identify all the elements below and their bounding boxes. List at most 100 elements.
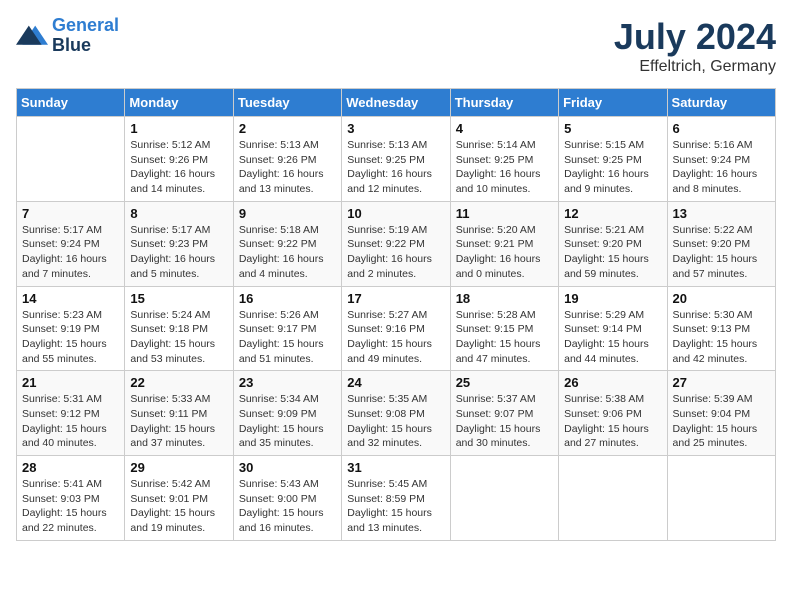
calendar-cell: 15 Sunrise: 5:24 AMSunset: 9:18 PMDayligh… bbox=[125, 286, 233, 371]
day-number: 7 bbox=[22, 206, 119, 221]
weekday-header-thursday: Thursday bbox=[450, 89, 558, 117]
day-number: 23 bbox=[239, 375, 336, 390]
location-subtitle: Effeltrich, Germany bbox=[614, 58, 776, 76]
day-number: 20 bbox=[673, 291, 770, 306]
calendar-cell: 23 Sunrise: 5:34 AMSunset: 9:09 PMDayligh… bbox=[233, 371, 341, 456]
day-info: Sunrise: 5:12 AMSunset: 9:26 PMDaylight:… bbox=[130, 138, 227, 197]
calendar-cell: 6 Sunrise: 5:16 AMSunset: 9:24 PMDaylight… bbox=[667, 117, 775, 202]
calendar-cell: 14 Sunrise: 5:23 AMSunset: 9:19 PMDayligh… bbox=[17, 286, 125, 371]
day-number: 5 bbox=[564, 121, 661, 136]
day-number: 8 bbox=[130, 206, 227, 221]
day-info: Sunrise: 5:20 AMSunset: 9:21 PMDaylight:… bbox=[456, 223, 553, 282]
calendar-cell: 5 Sunrise: 5:15 AMSunset: 9:25 PMDaylight… bbox=[559, 117, 667, 202]
day-number: 17 bbox=[347, 291, 444, 306]
day-info: Sunrise: 5:15 AMSunset: 9:25 PMDaylight:… bbox=[564, 138, 661, 197]
day-number: 10 bbox=[347, 206, 444, 221]
day-info: Sunrise: 5:45 AMSunset: 8:59 PMDaylight:… bbox=[347, 477, 444, 536]
weekday-header-tuesday: Tuesday bbox=[233, 89, 341, 117]
page-header: General Blue July 2024 Effeltrich, Germa… bbox=[16, 16, 776, 76]
weekday-header-wednesday: Wednesday bbox=[342, 89, 450, 117]
day-info: Sunrise: 5:21 AMSunset: 9:20 PMDaylight:… bbox=[564, 223, 661, 282]
day-info: Sunrise: 5:29 AMSunset: 9:14 PMDaylight:… bbox=[564, 308, 661, 367]
day-info: Sunrise: 5:14 AMSunset: 9:25 PMDaylight:… bbox=[456, 138, 553, 197]
calendar-cell: 17 Sunrise: 5:27 AMSunset: 9:16 PMDayligh… bbox=[342, 286, 450, 371]
day-number: 1 bbox=[130, 121, 227, 136]
day-info: Sunrise: 5:38 AMSunset: 9:06 PMDaylight:… bbox=[564, 392, 661, 451]
day-number: 2 bbox=[239, 121, 336, 136]
weekday-header-monday: Monday bbox=[125, 89, 233, 117]
day-info: Sunrise: 5:24 AMSunset: 9:18 PMDaylight:… bbox=[130, 308, 227, 367]
day-number: 24 bbox=[347, 375, 444, 390]
calendar-cell: 1 Sunrise: 5:12 AMSunset: 9:26 PMDaylight… bbox=[125, 117, 233, 202]
day-info: Sunrise: 5:34 AMSunset: 9:09 PMDaylight:… bbox=[239, 392, 336, 451]
day-number: 15 bbox=[130, 291, 227, 306]
calendar-cell: 7Sunrise: 5:17 AMSunset: 9:24 PMDaylight… bbox=[17, 201, 125, 286]
calendar-table: SundayMondayTuesdayWednesdayThursdayFrid… bbox=[16, 88, 776, 541]
day-number: 30 bbox=[239, 460, 336, 475]
day-number: 28 bbox=[22, 460, 119, 475]
day-number: 19 bbox=[564, 291, 661, 306]
calendar-cell bbox=[667, 456, 775, 541]
day-info: Sunrise: 5:30 AMSunset: 9:13 PMDaylight:… bbox=[673, 308, 770, 367]
calendar-cell: 31 Sunrise: 5:45 AMSunset: 8:59 PMDayligh… bbox=[342, 456, 450, 541]
day-number: 11 bbox=[456, 206, 553, 221]
month-title: July 2024 bbox=[614, 16, 776, 58]
logo-icon bbox=[16, 22, 48, 50]
day-info: Sunrise: 5:18 AMSunset: 9:22 PMDaylight:… bbox=[239, 223, 336, 282]
calendar-cell: 3 Sunrise: 5:13 AMSunset: 9:25 PMDaylight… bbox=[342, 117, 450, 202]
day-number: 22 bbox=[130, 375, 227, 390]
day-info: Sunrise: 5:35 AMSunset: 9:08 PMDaylight:… bbox=[347, 392, 444, 451]
day-info: Sunrise: 5:13 AMSunset: 9:25 PMDaylight:… bbox=[347, 138, 444, 197]
day-number: 27 bbox=[673, 375, 770, 390]
weekday-header-friday: Friday bbox=[559, 89, 667, 117]
day-info: Sunrise: 5:16 AMSunset: 9:24 PMDaylight:… bbox=[673, 138, 770, 197]
calendar-cell: 29 Sunrise: 5:42 AMSunset: 9:01 PMDayligh… bbox=[125, 456, 233, 541]
calendar-cell: 8Sunrise: 5:17 AMSunset: 9:23 PMDaylight… bbox=[125, 201, 233, 286]
day-number: 4 bbox=[456, 121, 553, 136]
day-number: 14 bbox=[22, 291, 119, 306]
calendar-cell: 28 Sunrise: 5:41 AMSunset: 9:03 PMDayligh… bbox=[17, 456, 125, 541]
day-info: Sunrise: 5:39 AMSunset: 9:04 PMDaylight:… bbox=[673, 392, 770, 451]
calendar-cell bbox=[450, 456, 558, 541]
calendar-cell: 30 Sunrise: 5:43 AMSunset: 9:00 PMDayligh… bbox=[233, 456, 341, 541]
day-info: Sunrise: 5:27 AMSunset: 9:16 PMDaylight:… bbox=[347, 308, 444, 367]
logo: General Blue bbox=[16, 16, 119, 56]
calendar-cell: 24 Sunrise: 5:35 AMSunset: 9:08 PMDayligh… bbox=[342, 371, 450, 456]
day-number: 31 bbox=[347, 460, 444, 475]
day-number: 16 bbox=[239, 291, 336, 306]
day-info: Sunrise: 5:13 AMSunset: 9:26 PMDaylight:… bbox=[239, 138, 336, 197]
calendar-cell: 2 Sunrise: 5:13 AMSunset: 9:26 PMDaylight… bbox=[233, 117, 341, 202]
day-number: 13 bbox=[673, 206, 770, 221]
calendar-cell: 4 Sunrise: 5:14 AMSunset: 9:25 PMDaylight… bbox=[450, 117, 558, 202]
day-info: Sunrise: 5:23 AMSunset: 9:19 PMDaylight:… bbox=[22, 308, 119, 367]
calendar-cell: 27 Sunrise: 5:39 AMSunset: 9:04 PMDayligh… bbox=[667, 371, 775, 456]
day-number: 29 bbox=[130, 460, 227, 475]
calendar-cell: 13 Sunrise: 5:22 AMSunset: 9:20 PMDayligh… bbox=[667, 201, 775, 286]
day-number: 9 bbox=[239, 206, 336, 221]
day-number: 6 bbox=[673, 121, 770, 136]
day-info: Sunrise: 5:43 AMSunset: 9:00 PMDaylight:… bbox=[239, 477, 336, 536]
calendar-cell: 20 Sunrise: 5:30 AMSunset: 9:13 PMDayligh… bbox=[667, 286, 775, 371]
day-number: 3 bbox=[347, 121, 444, 136]
title-block: July 2024 Effeltrich, Germany bbox=[614, 16, 776, 76]
calendar-cell: 26 Sunrise: 5:38 AMSunset: 9:06 PMDayligh… bbox=[559, 371, 667, 456]
logo-text: General Blue bbox=[52, 16, 119, 56]
calendar-cell bbox=[17, 117, 125, 202]
day-info: Sunrise: 5:28 AMSunset: 9:15 PMDaylight:… bbox=[456, 308, 553, 367]
day-info: Sunrise: 5:19 AMSunset: 9:22 PMDaylight:… bbox=[347, 223, 444, 282]
day-info: Sunrise: 5:31 AMSunset: 9:12 PMDaylight:… bbox=[22, 392, 119, 451]
day-info: Sunrise: 5:22 AMSunset: 9:20 PMDaylight:… bbox=[673, 223, 770, 282]
weekday-header-sunday: Sunday bbox=[17, 89, 125, 117]
calendar-cell: 19 Sunrise: 5:29 AMSunset: 9:14 PMDayligh… bbox=[559, 286, 667, 371]
calendar-cell: 10 Sunrise: 5:19 AMSunset: 9:22 PMDayligh… bbox=[342, 201, 450, 286]
day-info: Sunrise: 5:33 AMSunset: 9:11 PMDaylight:… bbox=[130, 392, 227, 451]
day-info: Sunrise: 5:42 AMSunset: 9:01 PMDaylight:… bbox=[130, 477, 227, 536]
weekday-header-saturday: Saturday bbox=[667, 89, 775, 117]
day-number: 21 bbox=[22, 375, 119, 390]
day-number: 26 bbox=[564, 375, 661, 390]
day-number: 18 bbox=[456, 291, 553, 306]
calendar-cell bbox=[559, 456, 667, 541]
calendar-cell: 22 Sunrise: 5:33 AMSunset: 9:11 PMDayligh… bbox=[125, 371, 233, 456]
day-info: Sunrise: 5:41 AMSunset: 9:03 PMDaylight:… bbox=[22, 477, 119, 536]
day-info: Sunrise: 5:37 AMSunset: 9:07 PMDaylight:… bbox=[456, 392, 553, 451]
